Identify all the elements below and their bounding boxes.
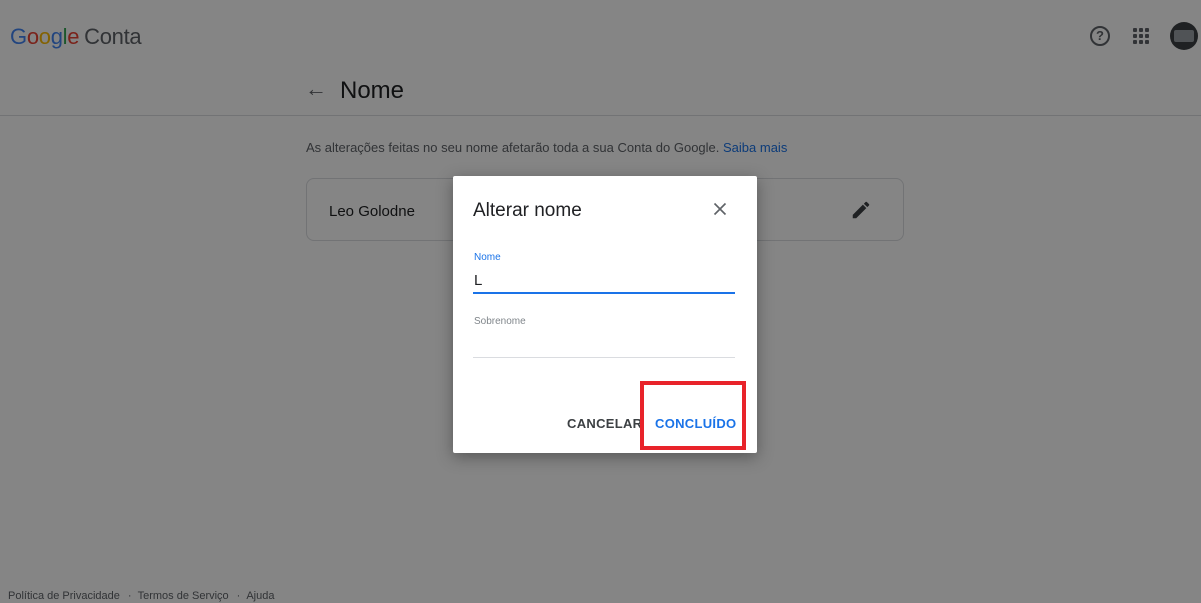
done-button-highlight bbox=[640, 381, 746, 450]
last-name-field[interactable] bbox=[473, 332, 735, 358]
first-name-label: Nome bbox=[474, 252, 501, 263]
dialog-title: Alterar nome bbox=[473, 200, 582, 221]
cancel-button[interactable]: CANCELAR bbox=[567, 416, 642, 431]
last-name-label: Sobrenome bbox=[474, 316, 526, 327]
first-name-field[interactable] bbox=[473, 268, 735, 294]
close-icon[interactable] bbox=[709, 198, 731, 220]
